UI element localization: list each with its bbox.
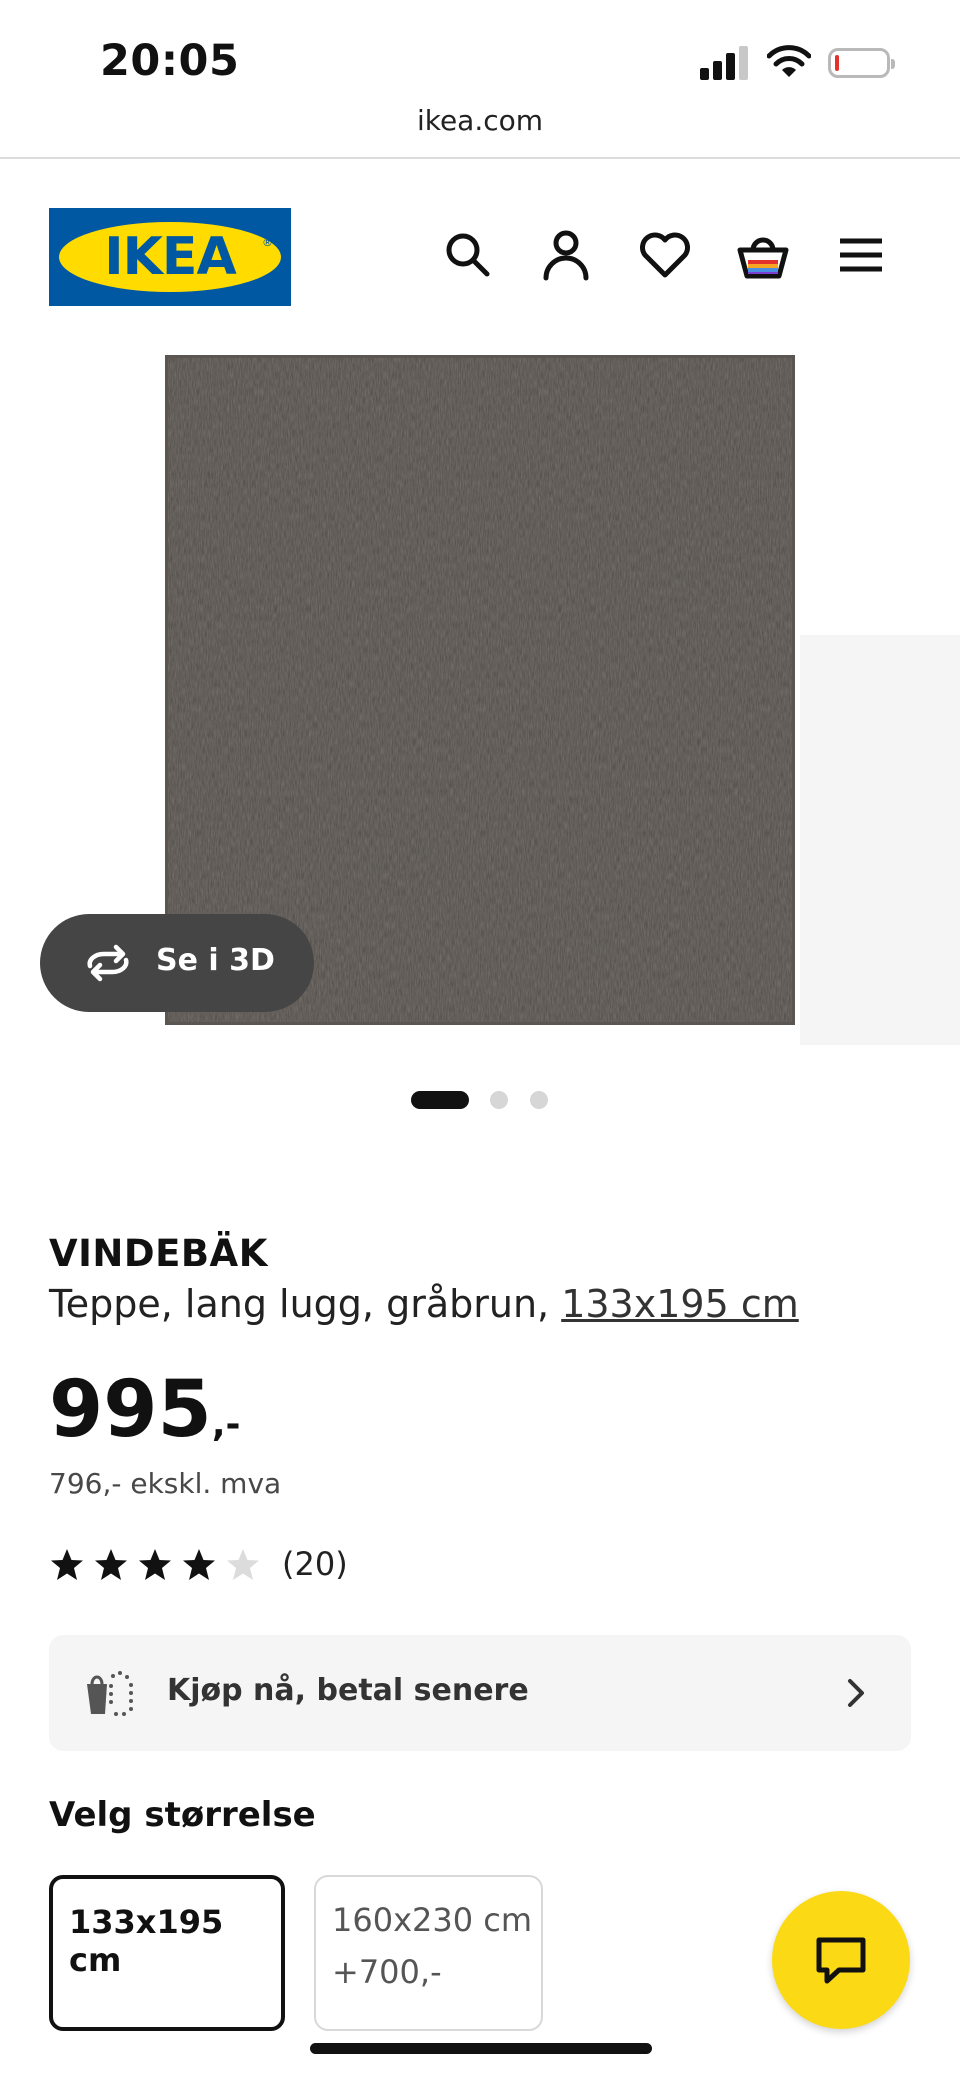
divider <box>0 157 960 159</box>
home-indicator[interactable] <box>310 2043 652 2054</box>
star-empty-icon <box>227 1549 259 1580</box>
cart-icon[interactable] <box>736 228 790 282</box>
carousel-dot-active[interactable] <box>411 1091 469 1109</box>
search-icon[interactable] <box>441 228 495 282</box>
star-icon <box>139 1549 171 1580</box>
product-description-text: Teppe, lang lugg, gråbrun, <box>49 1282 550 1326</box>
price-main: 995 <box>49 1365 212 1455</box>
carousel-indicator <box>0 1090 960 1110</box>
pay-later-label: Kjøp nå, betal senere <box>167 1673 529 1708</box>
size-option-label: 133x195 cm <box>69 1903 224 1979</box>
registered-mark: ® <box>262 236 273 249</box>
carousel-dot[interactable] <box>490 1091 508 1109</box>
product-name: VINDEBÄK <box>49 1232 268 1275</box>
size-selector-title: Velg størrelse <box>49 1795 316 1835</box>
star-icon <box>95 1549 127 1580</box>
product-price: 995,- <box>49 1365 240 1470</box>
heart-icon[interactable] <box>638 228 692 282</box>
review-count[interactable]: (20) <box>282 1545 348 1583</box>
battery-icon <box>828 48 895 78</box>
url-bar[interactable]: ikea.com <box>0 100 960 158</box>
chat-icon <box>816 1937 866 1984</box>
wifi-icon <box>766 44 812 80</box>
status-time: 20:05 <box>100 36 240 86</box>
ikea-logo[interactable]: IKEA ® <box>49 208 291 306</box>
rating-stars <box>49 1547 269 1583</box>
account-icon[interactable] <box>539 228 593 282</box>
image-background <box>800 635 960 1045</box>
size-option[interactable]: 160x230 cm +700,- <box>314 1875 543 2031</box>
carousel-dot[interactable] <box>530 1091 548 1109</box>
chat-button[interactable] <box>772 1891 910 2029</box>
pay-later-banner[interactable]: Kjøp nå, betal senere <box>49 1635 911 1751</box>
menu-icon[interactable] <box>834 228 888 282</box>
price-excl-vat: 796,- ekskl. mva <box>49 1467 282 1500</box>
rotate-3d-icon <box>87 944 129 982</box>
star-icon <box>51 1549 83 1580</box>
star-icon <box>183 1549 215 1580</box>
size-option-extra-price: +700,- <box>332 1953 442 1991</box>
logo-text: IKEA <box>104 227 236 287</box>
view-in-3d-label: Se i 3D <box>156 943 275 978</box>
price-suffix: ,- <box>211 1404 241 1445</box>
size-option-label: 160x230 cm <box>332 1901 533 1939</box>
product-size-link[interactable]: 133x195 cm <box>561 1282 799 1326</box>
status-bar: 20:05 <box>0 0 960 100</box>
view-in-3d-button[interactable]: Se i 3D <box>40 914 314 1012</box>
size-option-selected[interactable]: 133x195 cm <box>49 1875 285 2031</box>
chevron-right-icon <box>848 1679 864 1707</box>
shopping-bag-icon <box>87 1671 133 1716</box>
cellular-signal-icon <box>700 44 752 80</box>
product-description: Teppe, lang lugg, gråbrun, 133x195 cm <box>49 1282 799 1326</box>
